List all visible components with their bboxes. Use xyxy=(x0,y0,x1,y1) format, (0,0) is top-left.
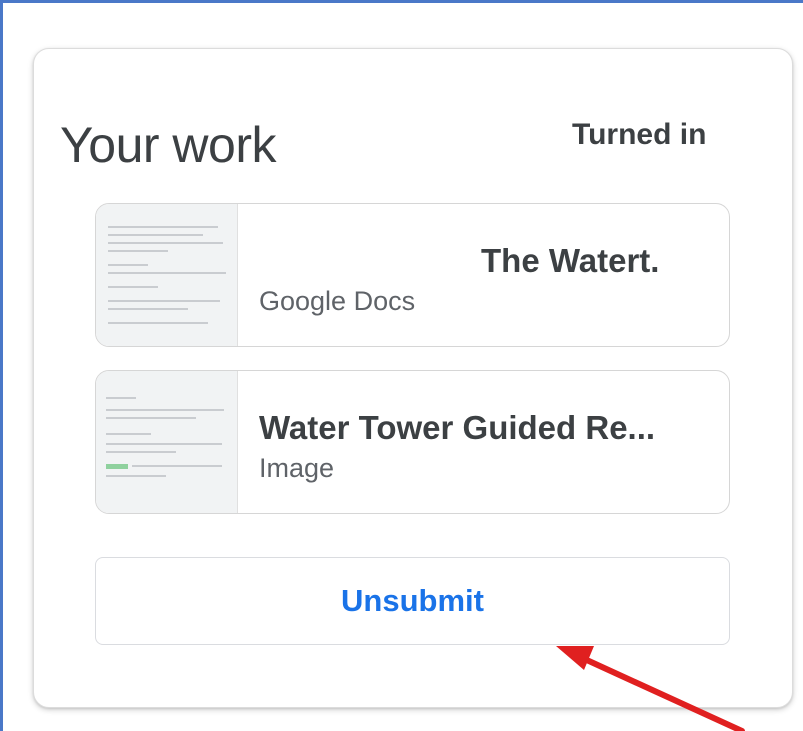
submission-status: Turned in xyxy=(572,118,707,151)
image-thumbnail-icon xyxy=(96,371,238,513)
card-title: Your work xyxy=(60,117,276,173)
attachment-type: Image xyxy=(259,453,335,483)
attachment-google-doc[interactable]: The Watert. Google Docs xyxy=(95,203,730,347)
attachment-name: The Watert. xyxy=(481,242,660,279)
unsubmit-button[interactable]: Unsubmit xyxy=(95,557,730,645)
attachment-type: Google Docs xyxy=(259,286,416,316)
attachment-name: Water Tower Guided Re... xyxy=(259,409,656,446)
attachment-image[interactable]: Water Tower Guided Re... Image xyxy=(95,370,730,514)
document-thumbnail-icon xyxy=(96,204,238,346)
